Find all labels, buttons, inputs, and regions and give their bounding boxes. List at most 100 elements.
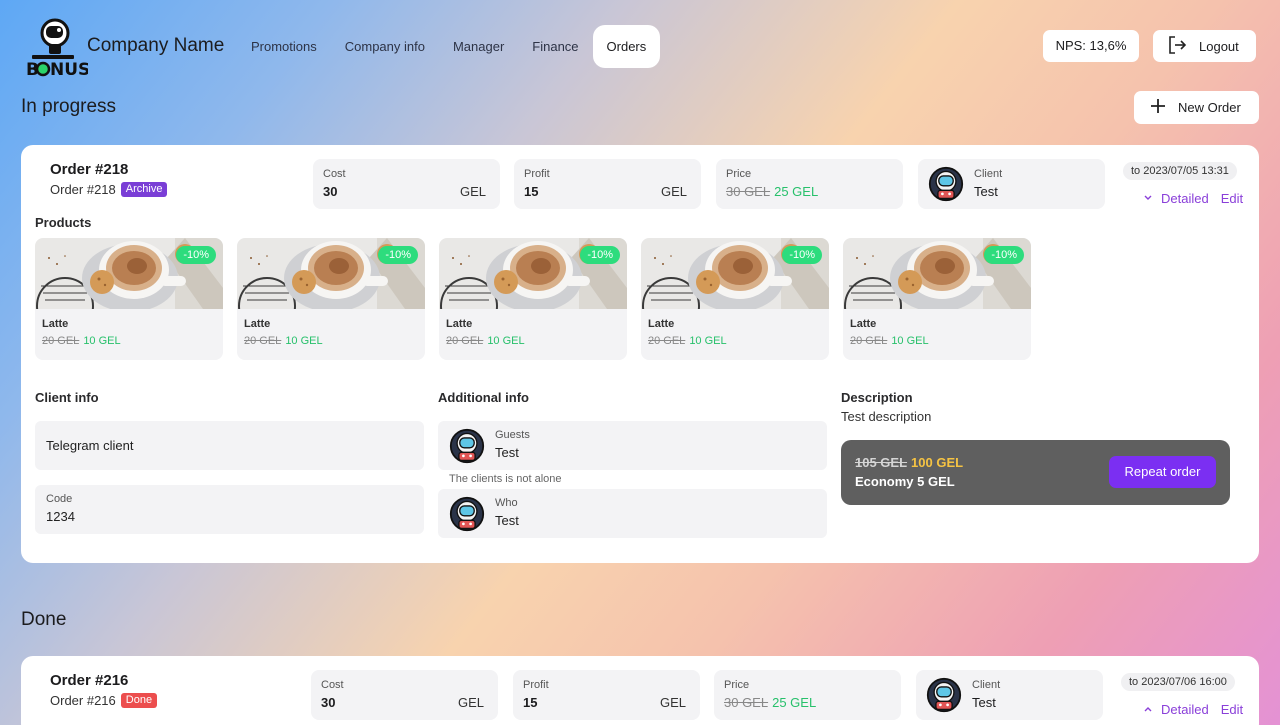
price-stat: Price 30 GEL 25 GEL [714, 670, 901, 720]
price-old: 30 GEL [726, 184, 771, 199]
product-old-price: 20 GEL [648, 335, 686, 347]
cost-stat: Cost 30 GEL [311, 670, 498, 720]
repeat-order-button[interactable]: Repeat order [1109, 456, 1216, 488]
main-nav: Promotions Company info Manager Finance … [237, 25, 661, 68]
order-title: Order #216 [50, 672, 129, 689]
price-value: 30 GEL 25 GEL [724, 695, 816, 710]
discount-badge: -10% [580, 246, 620, 264]
code-label: Code [46, 493, 73, 505]
product-card[interactable]: -10% Latte 20 GEL 10 GEL [439, 238, 627, 360]
guests-label: Guests [495, 429, 530, 441]
cost-unit: GEL [457, 695, 484, 710]
status-badge: Archive [120, 182, 168, 197]
order-actions: Detailed Edit [1143, 191, 1243, 206]
nav-company-info[interactable]: Company info [331, 25, 439, 68]
chevron-up-icon[interactable] [1143, 702, 1153, 717]
clients-note: The clients is not alone [449, 473, 562, 485]
product-new-price: 10 GEL [83, 335, 121, 347]
economy-text: Economy 5 GEL [855, 474, 955, 489]
client-source-field: Telegram client [35, 421, 424, 470]
product-old-price: 20 GEL [850, 335, 888, 347]
discount-badge: -10% [984, 246, 1024, 264]
price-label: Price [726, 168, 752, 180]
product-prices: 20 GEL 10 GEL [446, 335, 525, 347]
order-card: Order #218 Order #218 Archive Cost 30 GE… [21, 145, 1259, 563]
client-label: Client [972, 679, 1001, 691]
svg-text:NUS: NUS [50, 60, 88, 78]
edit-link[interactable]: Edit [1221, 702, 1243, 717]
nav-finance[interactable]: Finance [518, 25, 592, 68]
order-subtitle: Order #218 Archive [50, 182, 168, 197]
cost-stat: Cost 30 GEL [313, 159, 500, 209]
product-name: Latte [42, 318, 69, 330]
astronaut-avatar [449, 428, 485, 469]
client-value: Test [974, 184, 998, 199]
product-new-price: 10 GEL [891, 335, 929, 347]
client-stat: Client Test [918, 159, 1105, 209]
product-prices: 20 GEL 10 GEL [850, 335, 929, 347]
product-prices: 20 GEL 10 GEL [42, 335, 121, 347]
product-prices: 20 GEL 10 GEL [648, 335, 727, 347]
total-prices: 105 GEL 100 GEL [855, 455, 963, 470]
client-info-label: Client info [35, 390, 99, 405]
astronaut-avatar [928, 166, 964, 207]
code-field: Code 1234 [35, 485, 424, 534]
space-bonus-logo[interactable]: B NUS [26, 18, 90, 80]
additional-info-label: Additional info [438, 390, 529, 405]
order-number: Order #218 [50, 182, 116, 197]
order-actions: Detailed Edit [1143, 702, 1243, 717]
product-card[interactable]: -10% Latte 20 GEL 10 GEL [641, 238, 829, 360]
product-old-price: 20 GEL [244, 335, 282, 347]
new-order-label: New Order [1178, 100, 1241, 115]
code-value: 1234 [46, 509, 75, 524]
profit-label: Profit [524, 168, 550, 180]
price-value: 30 GEL 25 GEL [726, 184, 818, 199]
order-subtitle: Order #216 Done [50, 693, 158, 708]
product-card[interactable]: -10% Latte 20 GEL 10 GEL [237, 238, 425, 360]
price-stat: Price 30 GEL 25 GEL [716, 159, 903, 209]
total-old: 105 GEL [855, 455, 908, 470]
product-card[interactable]: -10% Latte 20 GEL 10 GEL [843, 238, 1031, 360]
price-old: 30 GEL [724, 695, 769, 710]
product-old-price: 20 GEL [42, 335, 80, 347]
cost-label: Cost [323, 168, 346, 180]
product-card[interactable]: -10% Latte 20 GEL 10 GEL [35, 238, 223, 360]
description-value: Test description [841, 409, 932, 424]
client-value: Test [972, 695, 996, 710]
nav-promotions[interactable]: Promotions [237, 25, 331, 68]
product-name: Latte [850, 318, 877, 330]
company-name: Company Name [87, 35, 225, 56]
discount-badge: -10% [782, 246, 822, 264]
chevron-down-icon[interactable] [1143, 191, 1153, 206]
nav-manager[interactable]: Manager [439, 25, 518, 68]
logout-icon [1167, 35, 1187, 58]
product-new-price: 10 GEL [487, 335, 525, 347]
profit-unit: GEL [659, 695, 686, 710]
discount-badge: -10% [176, 246, 216, 264]
logout-button[interactable]: Logout [1153, 30, 1256, 62]
who-label: Who [495, 497, 518, 509]
plus-icon [1150, 98, 1166, 117]
products-list: -10% Latte 20 GEL 10 GEL -10% Latte 20 GE… [35, 238, 1031, 360]
section-in-progress: In progress [21, 96, 117, 117]
profit-value: 15 [523, 695, 538, 710]
product-new-price: 10 GEL [285, 335, 323, 347]
edit-link[interactable]: Edit [1221, 191, 1243, 206]
price-label: Price [724, 679, 750, 691]
client-stat: Client Test [916, 670, 1103, 720]
order-total: 105 GEL 100 GEL Economy 5 GEL Repeat orde… [841, 440, 1230, 505]
cost-value: 30 [321, 695, 336, 710]
nav-orders[interactable]: Orders [592, 25, 661, 68]
new-order-button[interactable]: New Order [1134, 91, 1259, 124]
order-title: Order #218 [50, 161, 129, 178]
product-name: Latte [446, 318, 473, 330]
section-done: Done [21, 609, 67, 630]
price-new: 25 GEL [772, 695, 817, 710]
who-field: Who Test [438, 489, 827, 538]
astronaut-avatar [926, 677, 962, 718]
cost-value: 30 [323, 184, 338, 199]
order-number: Order #216 [50, 693, 116, 708]
cost-label: Cost [321, 679, 344, 691]
detailed-link[interactable]: Detailed [1161, 702, 1209, 717]
detailed-link[interactable]: Detailed [1161, 191, 1209, 206]
